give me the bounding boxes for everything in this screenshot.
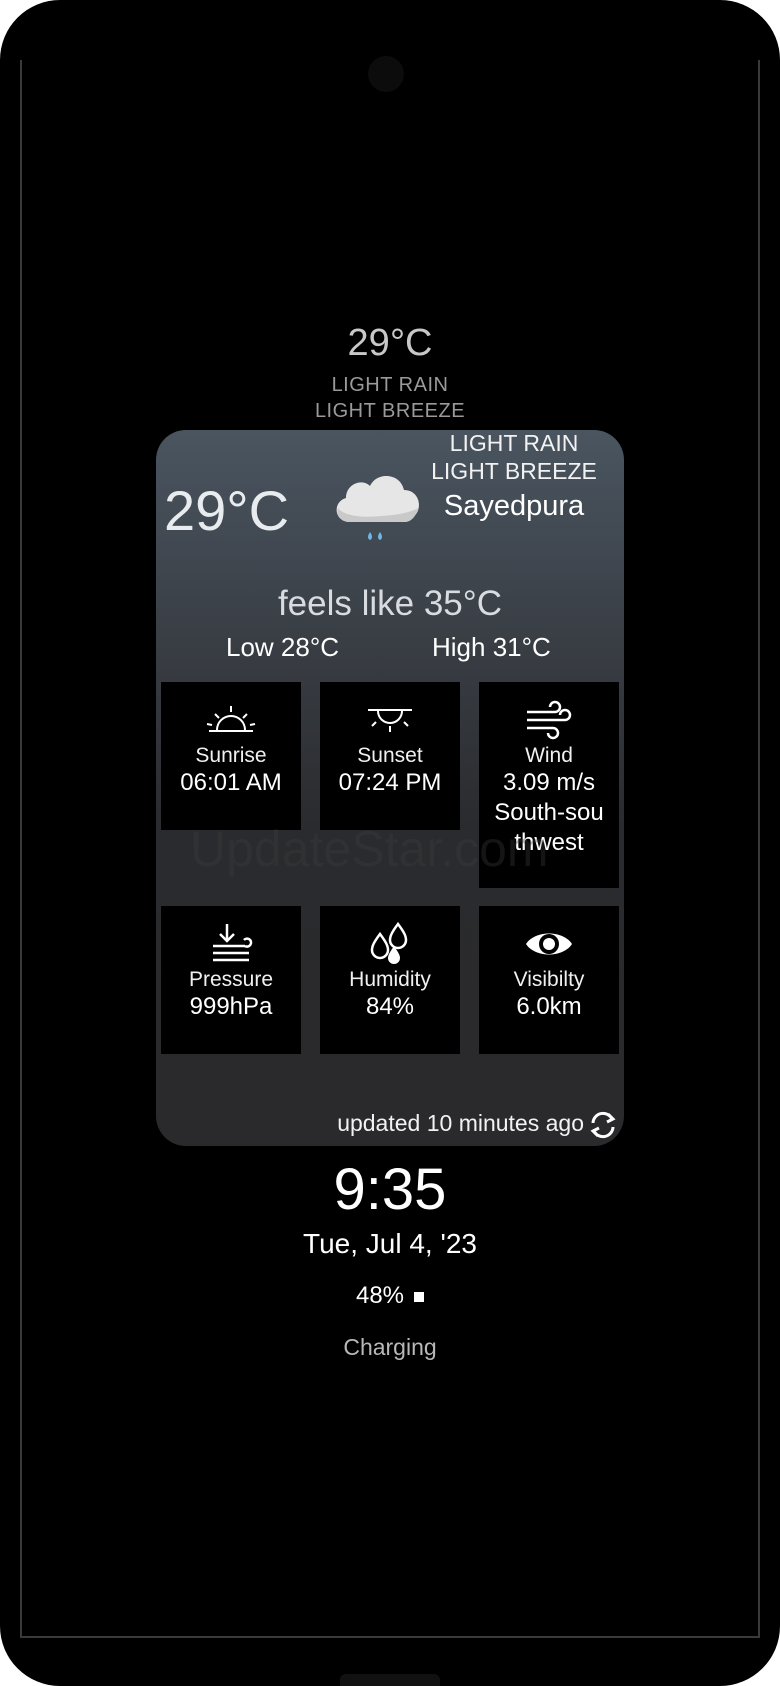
feels-like: feels like 35°C	[277, 584, 503, 623]
tile-sunset[interactable]: Sunset 07:24 PM	[320, 682, 460, 830]
weather-widget[interactable]: 29°C LIGHT RAIN LIGHT BREEZE Sayedpura f…	[156, 430, 624, 1146]
high-temperature: High 31°C	[432, 632, 551, 662]
tile-label: Pressure	[188, 968, 274, 991]
clock-date: Tue, Jul 4, '23	[303, 1228, 477, 1259]
bottom-edge	[340, 1674, 440, 1686]
widget-temperature: 29°C	[164, 479, 290, 542]
sunrise-icon	[206, 706, 256, 732]
widget-wind-description: LIGHT BREEZE	[431, 458, 597, 484]
tile-value: 3.09 m/s	[502, 769, 596, 796]
eye-icon	[526, 933, 572, 955]
battery-icon	[414, 1291, 425, 1302]
tile-label: Humidity	[349, 968, 431, 991]
tile-label: Visibilty	[513, 968, 585, 991]
ambient-wind: LIGHT BREEZE	[314, 400, 466, 422]
low-temperature: Low 28°C	[226, 632, 340, 662]
wind-icon	[527, 700, 572, 740]
tile-label: Sunset	[357, 744, 423, 767]
charging-status: Charging	[343, 1334, 437, 1360]
tile-value: 07:24 PM	[338, 769, 442, 796]
sunset-icon	[368, 709, 412, 732]
tile-label: Sunrise	[195, 744, 267, 767]
tile-sunrise[interactable]: Sunrise 06:01 AM	[161, 682, 301, 830]
battery-indicator: 48%	[0, 1282, 780, 1310]
humidity-icon	[370, 921, 408, 964]
tile-label: Wind	[525, 744, 573, 767]
ambient-condition: LIGHT RAIN	[331, 374, 449, 396]
phone-screen: 29°C LIGHT RAIN LIGHT BREEZE 29°C LIGHT …	[0, 0, 780, 1686]
tile-value: 6.0km	[516, 993, 582, 1020]
battery-percent: 48%	[355, 1282, 405, 1309]
ambient-temperature: 29°C	[347, 322, 433, 364]
tile-visibility[interactable]: Visibilty 6.0km	[479, 906, 619, 1054]
tile-pressure[interactable]: Pressure 999hPa	[161, 906, 301, 1054]
tile-humidity[interactable]: Humidity 84%	[320, 906, 460, 1054]
widget-condition: LIGHT RAIN	[449, 430, 579, 456]
pressure-icon	[213, 924, 253, 962]
watermark: UpdateStar.com	[190, 821, 549, 877]
last-updated: updated 10 minutes ago	[337, 1110, 584, 1136]
widget-city: Sayedpura	[443, 490, 585, 522]
tile-value: 06:01 AM	[180, 769, 282, 796]
tile-value: 84%	[365, 993, 415, 1020]
refresh-icon[interactable]	[588, 1110, 618, 1140]
clock-time: 9:35	[333, 1157, 447, 1222]
tile-value: 999hPa	[189, 993, 273, 1020]
front-camera	[368, 56, 404, 92]
